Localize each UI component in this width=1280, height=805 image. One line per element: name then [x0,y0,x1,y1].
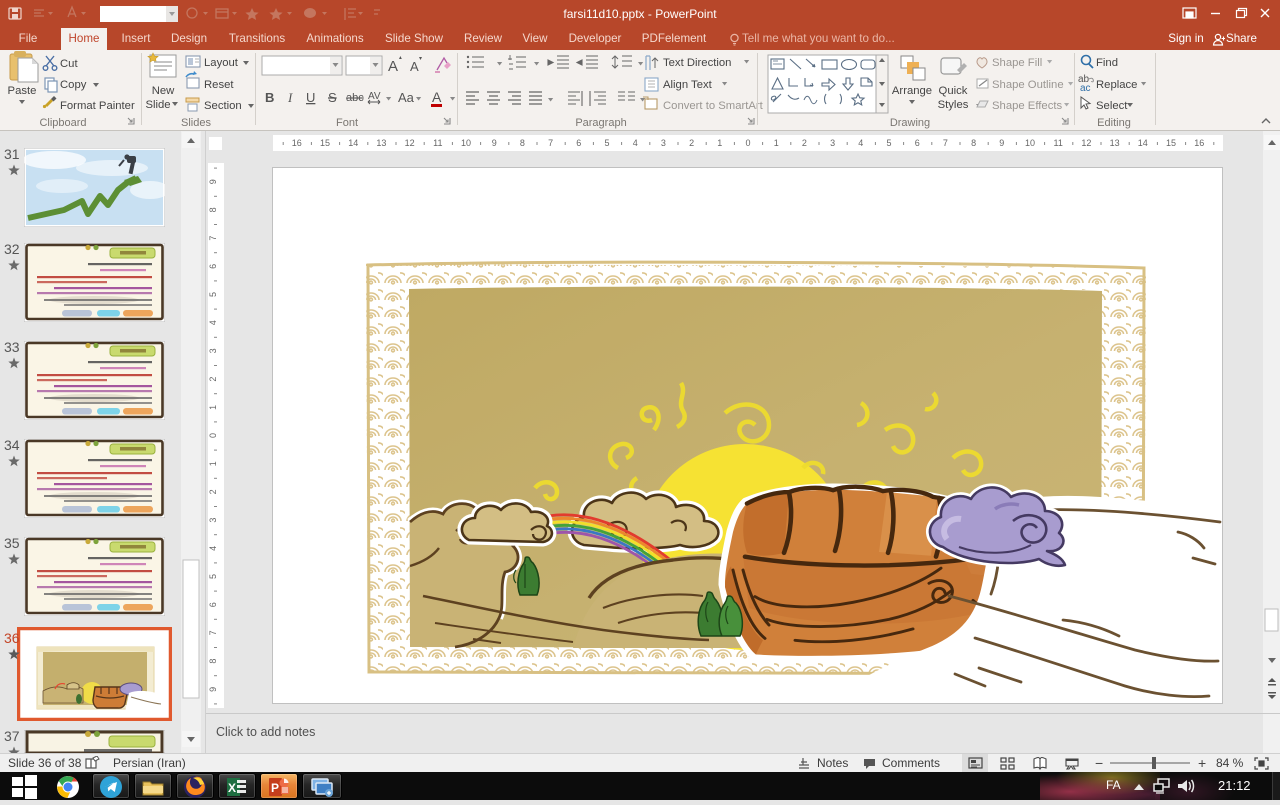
svg-text:3: 3 [661,138,666,148]
svg-text:8: 8 [208,207,218,212]
svg-text:12: 12 [1081,138,1091,148]
svg-text:0: 0 [208,433,218,438]
svg-text:16: 16 [292,138,302,148]
svg-text:X: X [228,781,236,795]
svg-text:10: 10 [1025,138,1035,148]
svg-text:2: 2 [208,377,218,382]
svg-text:10: 10 [461,138,471,148]
svg-text:4: 4 [633,138,638,148]
svg-text:9: 9 [208,179,218,184]
svg-text:13: 13 [376,138,386,148]
svg-text:4: 4 [858,138,863,148]
svg-text:2: 2 [208,489,218,494]
svg-text:3: 3 [208,518,218,523]
svg-text:4: 4 [208,546,218,551]
svg-text:7: 7 [208,236,218,241]
svg-text:6: 6 [208,602,218,607]
svg-text:15: 15 [320,138,330,148]
svg-text:5: 5 [886,138,891,148]
svg-text:14: 14 [348,138,358,148]
svg-text:7: 7 [943,138,948,148]
svg-text:7: 7 [548,138,553,148]
svg-text:11: 11 [1054,138,1063,148]
svg-text:P: P [271,781,279,795]
svg-text:6: 6 [915,138,920,148]
svg-text:9: 9 [999,138,1004,148]
svg-text:6: 6 [208,264,218,269]
svg-text:9: 9 [208,687,218,692]
svg-text:5: 5 [604,138,609,148]
svg-text:8: 8 [971,138,976,148]
svg-text:16: 16 [1194,138,1204,148]
svg-text:12: 12 [405,138,415,148]
svg-text:1: 1 [208,461,218,466]
svg-text:9: 9 [492,138,497,148]
svg-text:13: 13 [1110,138,1120,148]
svg-text:7: 7 [208,630,218,635]
svg-text:3: 3 [830,138,835,148]
svg-text:5: 5 [208,292,218,297]
svg-text:8: 8 [208,659,218,664]
svg-text:1: 1 [774,138,779,148]
svg-text:3: 3 [208,348,218,353]
svg-text:2: 2 [689,138,694,148]
svg-text:4: 4 [208,320,218,325]
svg-text:1: 1 [717,138,722,148]
svg-text:2: 2 [802,138,807,148]
svg-text:14: 14 [1138,138,1148,148]
svg-text:1: 1 [208,405,218,410]
svg-text:11: 11 [433,138,442,148]
svg-text:6: 6 [576,138,581,148]
svg-text:15: 15 [1166,138,1176,148]
svg-text:5: 5 [208,574,218,579]
svg-text:0: 0 [745,138,750,148]
svg-text:8: 8 [520,138,525,148]
